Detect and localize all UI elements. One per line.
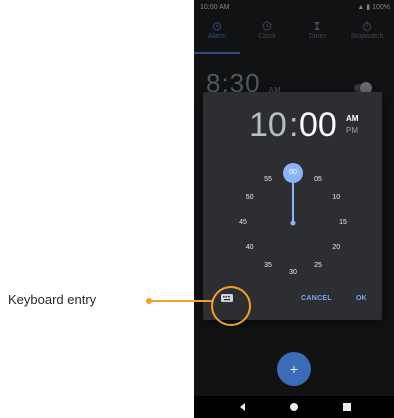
- clock-center: [290, 220, 296, 226]
- plus-icon: +: [289, 361, 299, 377]
- add-alarm-button[interactable]: +: [277, 352, 311, 386]
- cancel-button[interactable]: CANCEL: [301, 295, 332, 302]
- callout-dot: [146, 298, 152, 304]
- phone-screen: 10:00 AM ▲ ▮ 100% Alarm Clock Timer Stop…: [194, 0, 394, 418]
- pm-toggle[interactable]: PM: [346, 126, 358, 135]
- minute-dial[interactable]: 00 05 10 15 20 25 30 35 40 45 50 55: [226, 156, 360, 290]
- minute-option-50[interactable]: 50: [241, 192, 259, 204]
- callout-label: Keyboard entry: [8, 292, 97, 307]
- minute-option-35[interactable]: 35: [259, 260, 277, 272]
- callout-line: [148, 300, 212, 302]
- system-nav-bar: [194, 396, 394, 418]
- minute-option-25[interactable]: 25: [309, 260, 327, 272]
- ok-button[interactable]: OK: [356, 295, 367, 302]
- minute-option-45[interactable]: 45: [234, 217, 252, 229]
- hour-display[interactable]: 10: [249, 106, 287, 145]
- recents-icon[interactable]: [343, 403, 351, 411]
- minute-option-40[interactable]: 40: [241, 242, 259, 254]
- minute-option-05[interactable]: 05: [309, 174, 327, 186]
- minute-display[interactable]: 00: [299, 106, 337, 145]
- keyboard-highlight-ring: [211, 286, 251, 326]
- home-icon[interactable]: [290, 403, 298, 411]
- minute-option-00[interactable]: 00: [284, 167, 302, 179]
- minute-option-20[interactable]: 20: [327, 242, 345, 254]
- minute-option-55[interactable]: 55: [259, 174, 277, 186]
- time-header: 10 : 00 AM PM: [203, 102, 382, 148]
- am-toggle[interactable]: AM: [346, 114, 358, 123]
- back-icon[interactable]: [238, 402, 248, 412]
- time-separator: :: [289, 106, 299, 144]
- minute-option-30[interactable]: 30: [284, 267, 302, 279]
- minute-option-10[interactable]: 10: [327, 192, 345, 204]
- minute-option-15[interactable]: 15: [334, 217, 352, 229]
